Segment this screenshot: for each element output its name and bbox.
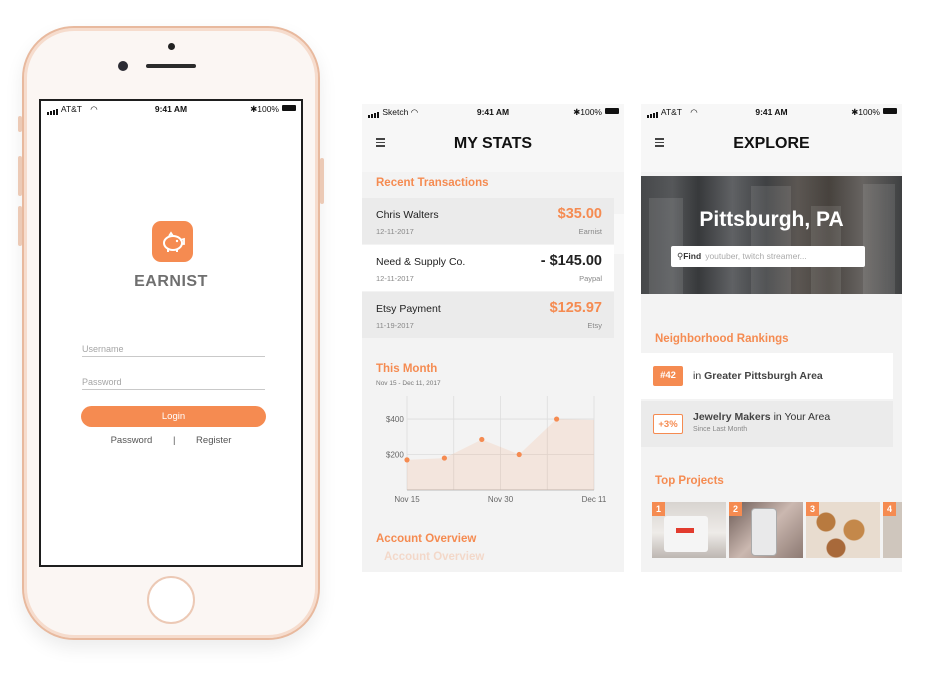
transaction-date: 11-19-2017 <box>376 321 414 330</box>
ranking-row[interactable]: +3% Jewelry Makers in Your Area Since La… <box>641 401 893 447</box>
transaction-date: 12-11-2017 <box>376 274 414 283</box>
status-bar: AT&T ◠ 9:41 AM ✱100% <box>641 104 902 118</box>
project-card[interactable]: 1 <box>652 502 726 558</box>
transaction-amount: - $145.00 <box>540 253 602 269</box>
chart-point <box>516 451 522 458</box>
recent-transactions-title: Recent Transactions <box>376 177 489 189</box>
transaction-source: Earnist <box>578 227 602 236</box>
password-field[interactable] <box>82 372 265 390</box>
password-link[interactable]: Password <box>111 435 153 446</box>
building-shape <box>863 184 895 294</box>
status-bar: Sketch ◠ 9:41 AM ✱100% <box>362 104 624 118</box>
login-screen: AT&T ◠ 9:41 AM ✱100% EARNIST Login Passw… <box>39 99 303 567</box>
rank-badge: +3% <box>653 414 683 434</box>
transaction-name: Need & Supply Co. <box>376 256 466 268</box>
transaction-row[interactable]: Etsy Payment 11-19-2017 $125.97 Etsy <box>362 292 614 338</box>
transaction-amount: $35.00 <box>557 206 602 222</box>
chart-y-ticks: $400 $200 <box>386 415 404 459</box>
chart-point <box>554 416 560 422</box>
front-camera <box>168 43 175 50</box>
tshirt-shape <box>664 516 708 552</box>
chart-point <box>441 455 447 461</box>
rank-text: in Greater Pittsburgh Area <box>693 370 823 382</box>
status-bar: AT&T ◠ 9:41 AM ✱100% <box>41 101 301 115</box>
volume-down-button <box>18 206 22 246</box>
transaction-name: Etsy Payment <box>376 303 441 315</box>
chart-point <box>479 436 485 443</box>
earpiece-speaker <box>146 64 196 68</box>
page-title: EXPLORE <box>733 135 810 152</box>
project-rank: 4 <box>883 502 896 516</box>
home-button[interactable] <box>147 576 195 624</box>
project-card[interactable]: 2 <box>729 502 803 558</box>
proximity-sensor <box>118 61 128 71</box>
city-hero: Pittsburgh, PA ⚲Find youtuber, twitch str… <box>641 176 902 294</box>
battery-icon <box>883 108 897 114</box>
rank-subtext: Since Last Month <box>693 426 748 433</box>
x-tick-label: Dec 11 <box>582 495 606 504</box>
month-chart: $400 $200 Nov 15 Nov 30 Dec 11 <box>386 396 606 504</box>
chart-x-ticks: Nov 15 Nov 30 Dec 11 <box>394 495 606 504</box>
username-field[interactable] <box>82 339 265 357</box>
register-link[interactable]: Register <box>196 435 231 446</box>
transaction-row[interactable]: Chris Walters 12-11-2017 $35.00 Earnist <box>362 198 614 244</box>
building-shape <box>751 186 791 294</box>
page-title: MY STATS <box>453 135 533 152</box>
link-separator: | <box>172 435 176 446</box>
project-rank: 3 <box>806 502 819 516</box>
neighborhood-rankings-title: Neighborhood Rankings <box>655 333 789 345</box>
login-button[interactable]: Login <box>81 406 266 427</box>
piggy-bank-icon <box>162 230 185 252</box>
x-tick-label: Nov 30 <box>488 495 514 504</box>
app-logo <box>152 221 193 262</box>
project-card[interactable]: 3 <box>806 502 880 558</box>
power-button <box>320 158 324 204</box>
battery-icon <box>282 105 296 111</box>
account-overview-title: Account Overview <box>376 533 477 545</box>
city-title: Pittsburgh, PA <box>699 208 844 231</box>
battery-percent: ✱100% <box>573 107 602 117</box>
x-tick-label: Nov 15 <box>394 495 420 504</box>
battery-percent: ✱100% <box>250 104 279 114</box>
account-overview-ghost: Account Overview <box>384 551 485 563</box>
top-projects-title: Top Projects <box>655 475 724 487</box>
app-name: EARNIST <box>134 273 208 290</box>
ranking-row[interactable]: #42 in Greater Pittsburgh Area <box>641 353 893 399</box>
battery-icon <box>605 108 619 114</box>
stats-screen: Sketch ◠ 9:41 AM ✱100% MY STATS Recent T… <box>362 104 624 572</box>
project-card[interactable]: 4 <box>883 502 902 558</box>
rank-badge: #42 <box>653 366 683 386</box>
username-input[interactable] <box>82 344 265 354</box>
transaction-name: Chris Walters <box>376 209 439 221</box>
find-label: Find <box>683 251 702 261</box>
phone-shape <box>751 508 777 556</box>
volume-up-button <box>18 156 22 196</box>
transaction-row[interactable]: Need & Supply Co. 12-11-2017 - $145.00 P… <box>362 245 614 291</box>
project-rank: 2 <box>729 502 742 516</box>
project-rank: 1 <box>652 502 665 516</box>
explore-screen: AT&T ◠ 9:41 AM ✱100% EXPLORE Pittsburgh,… <box>641 104 902 572</box>
transaction-source: Paypal <box>579 274 602 283</box>
rank-text: Jewelry Makers in Your Area <box>693 411 831 423</box>
transaction-source: Etsy <box>587 321 602 330</box>
find-placeholder: youtuber, twitch streamer... <box>705 251 807 261</box>
y-tick-label: $200 <box>386 451 404 460</box>
transaction-date: 12-11-2017 <box>376 227 414 236</box>
password-input[interactable] <box>82 377 265 387</box>
battery-percent: ✱100% <box>851 107 880 117</box>
transaction-amount: $125.97 <box>549 300 602 316</box>
auth-links: Password | Register <box>41 435 301 446</box>
this-month-title: This Month <box>376 363 438 375</box>
y-tick-label: $400 <box>386 415 404 424</box>
month-range: Nov 15 - Dec 11, 2017 <box>376 380 441 387</box>
chart-point <box>404 457 410 463</box>
logo-patch <box>676 528 694 533</box>
mute-switch <box>18 116 22 132</box>
find-search-box[interactable]: ⚲Find youtuber, twitch streamer... <box>671 246 865 267</box>
